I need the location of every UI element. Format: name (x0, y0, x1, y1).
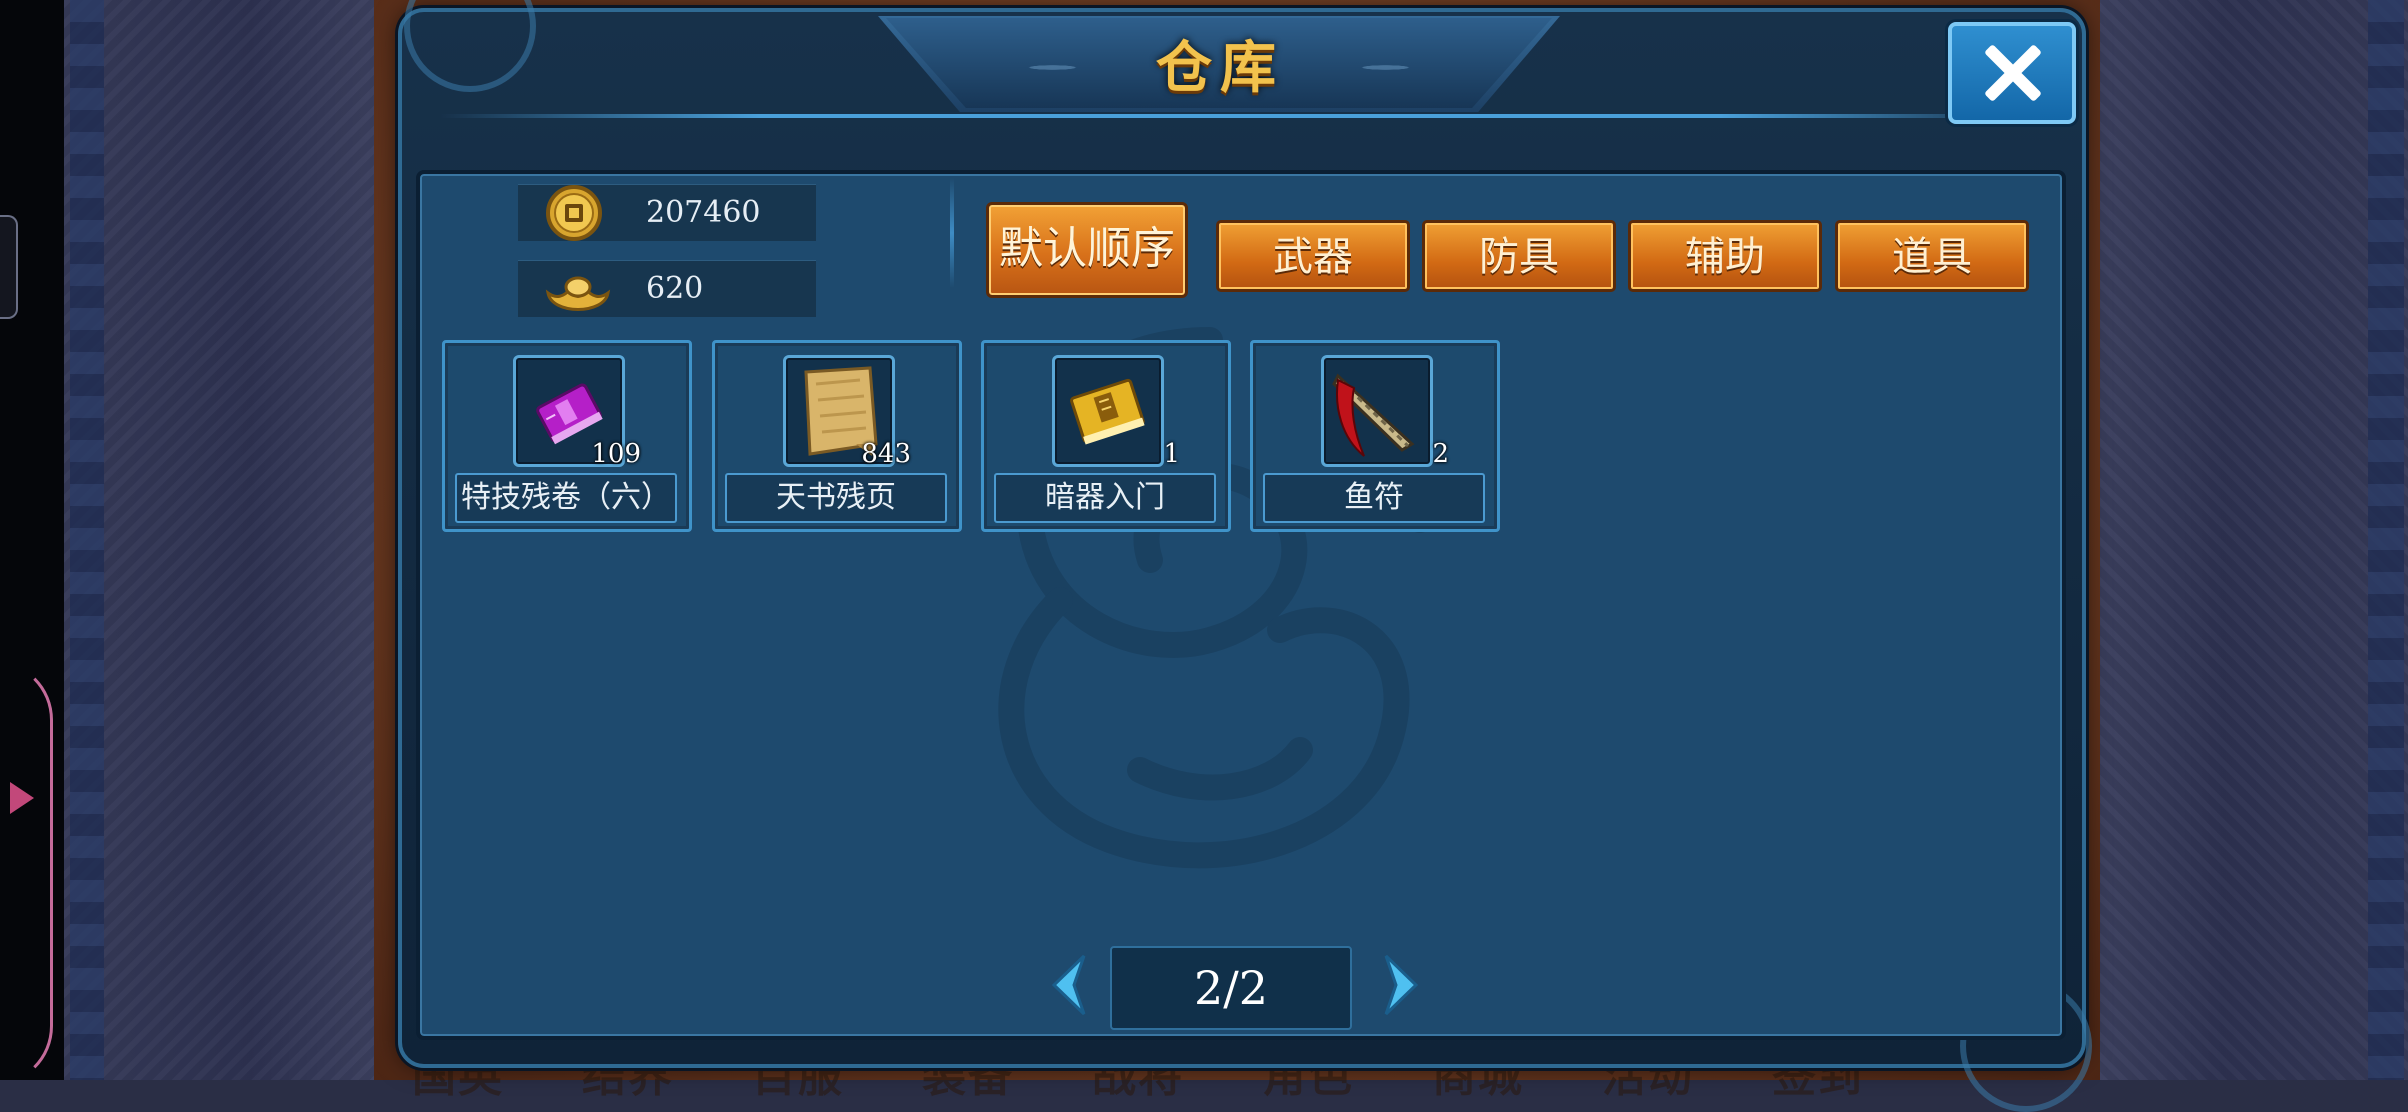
close-button[interactable] (1948, 22, 2076, 124)
left-margin-pattern (64, 0, 374, 1080)
copper-coin-icon (546, 185, 602, 241)
item-slot (1321, 355, 1433, 467)
default-sort-button[interactable]: 默认顺序 (986, 202, 1188, 298)
item-slot (1052, 355, 1164, 467)
item-card[interactable]: 1 暗器入门 (981, 340, 1231, 532)
fish-tally-icon (1332, 373, 1415, 457)
item-card[interactable]: 843 天书残页 (712, 340, 962, 532)
expand-arrow-icon[interactable] (10, 782, 34, 814)
side-decor-curve (0, 660, 53, 1086)
panel-divider (950, 178, 954, 288)
coin-balance: 207460 (518, 184, 816, 241)
item-count: 1 (1163, 439, 1180, 469)
item-name: 鱼符 (1263, 473, 1485, 523)
item-name: 天书残页 (725, 473, 947, 523)
gold-ingot-icon (545, 276, 611, 311)
item-count: 109 (591, 439, 641, 469)
item-name: 暗器入门 (994, 473, 1216, 523)
right-border-ornament (2368, 0, 2404, 1080)
right-margin-pattern (2100, 0, 2408, 1080)
item-name: 特技残卷（六） (455, 473, 677, 523)
coin-amount: 207460 (646, 195, 761, 230)
item-card[interactable]: 109 特技残卷（六） (442, 340, 692, 532)
previous-page-icon[interactable] (1044, 950, 1096, 1020)
golden-manual-icon (1070, 378, 1145, 445)
ingot-balance: 620 (518, 260, 816, 317)
side-pull-tab[interactable] (0, 215, 18, 319)
left-border-ornament (70, 0, 104, 1080)
dialog-title: 仓库 (1156, 35, 1284, 101)
filter-accessory-button[interactable]: 辅助 (1628, 220, 1822, 292)
ingot-amount: 620 (646, 271, 704, 306)
filter-props-button[interactable]: 道具 (1835, 220, 2029, 292)
title-divider (440, 114, 2040, 118)
item-count: 2 (1432, 439, 1449, 469)
item-card[interactable]: 2 鱼符 (1250, 340, 1500, 532)
page-indicator: 2/2 (1110, 946, 1352, 1030)
next-page-icon[interactable] (1374, 950, 1426, 1020)
filter-armor-button[interactable]: 防具 (1422, 220, 1616, 292)
filter-weapons-button[interactable]: 武器 (1216, 220, 1410, 292)
item-count: 843 (861, 439, 911, 469)
